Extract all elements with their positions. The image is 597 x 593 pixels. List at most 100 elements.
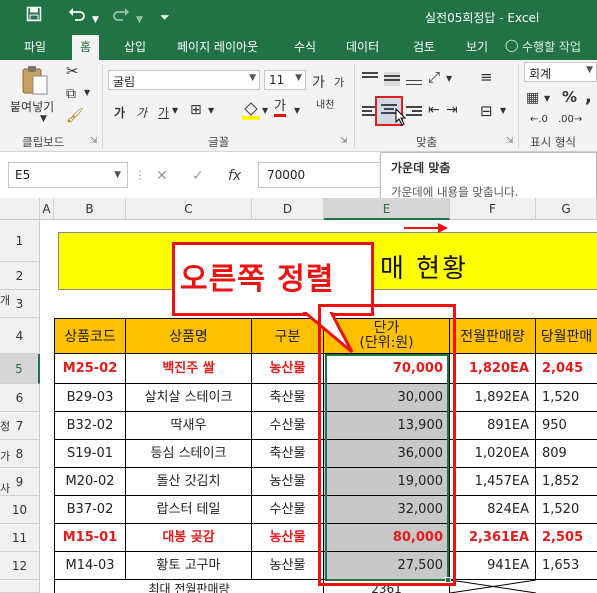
lightbulb-icon[interactable]: ◯ <box>505 38 518 52</box>
cut-icon[interactable]: ✂ <box>66 62 79 80</box>
column-header-f[interactable]: F <box>450 198 536 220</box>
table-cell[interactable]: 891EA <box>450 412 536 440</box>
fill-color-icon[interactable] <box>242 100 260 123</box>
middle-align-icon[interactable] <box>384 72 400 86</box>
table-cell[interactable]: 809 <box>536 440 597 468</box>
table-cell[interactable]: 1,457EA <box>450 468 536 496</box>
table-cell[interactable]: S19-01 <box>54 440 126 468</box>
grow-font-button[interactable]: 가 <box>312 72 325 92</box>
table-cell[interactable]: 대봉 곶감 <box>126 524 252 552</box>
undo-dropdown-icon[interactable]: ▼ <box>92 10 99 30</box>
table-cell[interactable]: 2,045 <box>536 354 597 384</box>
table-cell[interactable]: 농산물 <box>252 468 324 496</box>
row-header-11[interactable]: 11 <box>0 524 40 552</box>
tab-file[interactable]: 파일 <box>24 38 46 55</box>
tab-page-layout[interactable]: 페이지 레이아웃 <box>177 38 258 55</box>
chevron-down-icon[interactable]: ▼ <box>249 73 256 83</box>
bottom-align-icon[interactable] <box>406 72 422 86</box>
orientation-dropdown-icon[interactable]: ▼ <box>446 74 452 83</box>
font-size-combo[interactable]: 11 ▼ <box>264 70 306 90</box>
row-header-13[interactable] <box>0 580 40 593</box>
table-cell[interactable]: 랍스터 테일 <box>126 496 252 524</box>
table-cell[interactable]: 수산물 <box>252 496 324 524</box>
bold-button[interactable]: 가 <box>114 104 125 121</box>
shrink-font-button[interactable]: 가 <box>334 74 344 90</box>
row-header-2[interactable]: 2 <box>0 262 40 290</box>
underline-button[interactable]: 가 <box>158 104 169 121</box>
merge-dropdown-icon[interactable]: ▼ <box>500 106 506 115</box>
table-cell[interactable]: 축산물 <box>252 440 324 468</box>
merge-center-icon[interactable]: ⊟ <box>480 102 493 120</box>
row-header-5[interactable]: 5 <box>0 354 40 384</box>
table-cell[interactable]: 농산물 <box>252 524 324 552</box>
tab-home[interactable]: 홈 <box>72 35 100 60</box>
table-cell[interactable]: 1,653 <box>536 552 597 580</box>
header-cell-curr-sales[interactable]: 당월판매 <box>536 318 597 354</box>
table-cell[interactable]: 등심 스테이크 <box>126 440 252 468</box>
table-cell[interactable]: 2,505 <box>536 524 597 552</box>
font-launcher-icon[interactable]: ⇲ <box>340 136 348 146</box>
table-cell[interactable] <box>450 580 597 593</box>
insert-function-button[interactable]: fx <box>228 168 241 184</box>
column-header-d[interactable]: D <box>252 198 324 220</box>
table-cell[interactable]: 수산물 <box>252 412 324 440</box>
paste-button[interactable]: 붙여넣기 <box>10 98 54 115</box>
number-format-combo[interactable]: 회계 ▼ <box>524 62 597 82</box>
row-header-12[interactable]: 12 <box>0 552 40 580</box>
table-cell[interactable]: 941EA <box>450 552 536 580</box>
formula-input[interactable]: 70000 <box>258 162 388 188</box>
font-color-dropdown-icon[interactable]: ▼ <box>294 106 300 115</box>
name-box[interactable]: E5 ▼ <box>8 162 128 188</box>
table-cell[interactable]: 살치살 스테이크 <box>126 384 252 412</box>
chevron-down-icon[interactable]: ▼ <box>586 65 593 75</box>
wrap-text-icon[interactable]: ≡ <box>480 68 493 86</box>
format-painter-icon[interactable]: 🖌 <box>66 108 84 124</box>
paste-icon[interactable] <box>20 64 50 101</box>
table-cell[interactable]: B29-03 <box>54 384 126 412</box>
orientation-icon[interactable]: ⤢ <box>428 68 440 86</box>
borders-icon[interactable]: ⊞ <box>190 102 202 118</box>
column-header-c[interactable]: C <box>126 198 252 220</box>
header-cell-code[interactable]: 상품코드 <box>54 318 126 354</box>
select-all-corner[interactable] <box>0 198 40 220</box>
tab-insert[interactable]: 삽입 <box>124 38 146 55</box>
tab-review[interactable]: 검토 <box>413 38 435 55</box>
table-cell[interactable]: M20-02 <box>54 468 126 496</box>
table-cell[interactable]: 950 <box>536 412 597 440</box>
header-cell-prev-sales[interactable]: 전월판매량 <box>450 318 536 354</box>
confirm-entry-icon[interactable]: ✓ <box>192 168 204 184</box>
table-cell[interactable]: 황토 고구마 <box>126 552 252 580</box>
row-header-1[interactable]: 1 <box>0 220 40 262</box>
tab-formulas[interactable]: 수식 <box>294 38 316 55</box>
copy-dropdown-icon[interactable]: ▼ <box>84 88 90 97</box>
currency-icon[interactable]: ▦ <box>526 90 539 106</box>
table-cell[interactable]: 백진주 쌀 <box>126 354 252 384</box>
font-color-button[interactable]: 가 <box>274 100 286 117</box>
column-header-b[interactable]: B <box>54 198 126 220</box>
table-cell[interactable]: 농산물 <box>252 552 324 580</box>
fill-color-dropdown-icon[interactable]: ▼ <box>262 106 268 115</box>
header-cell-name[interactable]: 상품명 <box>126 318 252 354</box>
tab-data[interactable]: 데이터 <box>346 38 379 55</box>
customize-toolbar-icon[interactable]: ⏷ <box>160 7 170 27</box>
increase-indent-icon[interactable]: ⇥ <box>446 102 458 118</box>
table-cell[interactable]: 1,892EA <box>450 384 536 412</box>
save-icon[interactable] <box>26 6 42 27</box>
table-cell[interactable]: 1,020EA <box>450 440 536 468</box>
decrease-decimal-icon[interactable]: .00→ <box>558 114 582 125</box>
phonetic-button[interactable]: 내천 <box>316 100 336 111</box>
column-header-e[interactable]: E <box>324 198 450 220</box>
table-cell[interactable]: 돌산 갓김치 <box>126 468 252 496</box>
table-cell[interactable]: 2,361EA <box>450 524 536 552</box>
table-cell[interactable]: 축산물 <box>252 384 324 412</box>
cancel-entry-icon[interactable]: ✕ <box>156 168 168 184</box>
name-box-dropdown-icon[interactable]: ▼ <box>114 170 121 180</box>
tell-me-box[interactable]: 수행할 작업 <box>522 38 581 55</box>
row-header-10[interactable]: 10 <box>0 496 40 524</box>
table-cell[interactable]: M25-02 <box>54 354 126 384</box>
table-cell[interactable]: 딱새우 <box>126 412 252 440</box>
redo-dropdown-icon[interactable]: ▼ <box>136 10 143 30</box>
borders-dropdown-icon[interactable]: ▼ <box>208 106 214 115</box>
copy-icon[interactable]: ⧉ <box>66 86 76 102</box>
increase-decimal-icon[interactable]: ←.0 <box>530 114 548 125</box>
